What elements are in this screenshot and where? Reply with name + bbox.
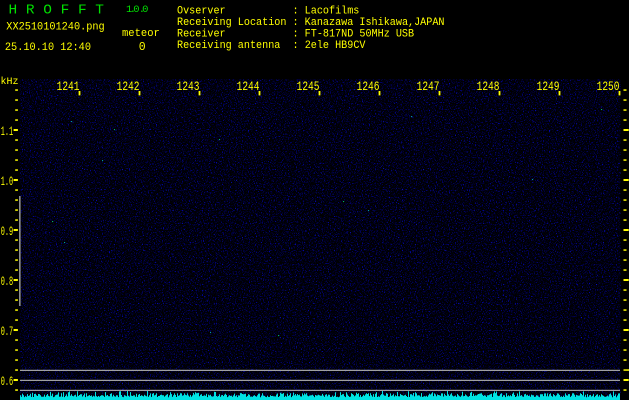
svg-text:1249: 1249 [537,81,560,95]
svg-text:0.9: 0.9 [1,225,13,240]
svg-text:Receiving antenna : 2ele HB9C: Receiving antenna : 2ele HB9CV [177,40,366,52]
svg-text:Receiver : FT-817ND: Receiver : FT-817ND 50MHz USB [177,29,414,41]
svg-text:Receiving Location : Kanazawa: Receiving Location : Kanazawa Ishikawa,J… [177,17,445,29]
svg-text:25.10.10 12:40: 25.10.10 12:40 [5,42,91,54]
svg-text:0.7: 0.7 [1,325,13,340]
svg-text:1242: 1242 [117,81,140,95]
svg-text:1246: 1246 [357,81,380,95]
svg-text:1.0.0: 1.0.0 [126,4,148,16]
svg-text:0: 0 [139,41,146,54]
svg-text:1243: 1243 [177,81,200,95]
svg-text:0.8: 0.8 [1,275,13,290]
svg-text:kHz: kHz [1,76,19,88]
svg-text:1250: 1250 [597,81,620,95]
svg-text:1244: 1244 [237,81,260,95]
svg-text:1.0: 1.0 [1,175,13,190]
svg-text:1248: 1248 [477,81,500,95]
svg-text:1.1: 1.1 [1,125,13,140]
svg-text:XX2510101240.png: XX2510101240.png [6,21,104,33]
svg-text:0.6: 0.6 [1,375,13,390]
svg-text:1247: 1247 [417,81,440,95]
svg-text:meteor: meteor [122,28,160,40]
svg-text:Ovserver : Lacofilms: Ovserver : Lacofilms [177,6,359,18]
svg-text:1241: 1241 [57,81,80,95]
svg-text:1245: 1245 [297,81,320,95]
svg-text:H R O F F T: H R O F F T [9,3,105,19]
